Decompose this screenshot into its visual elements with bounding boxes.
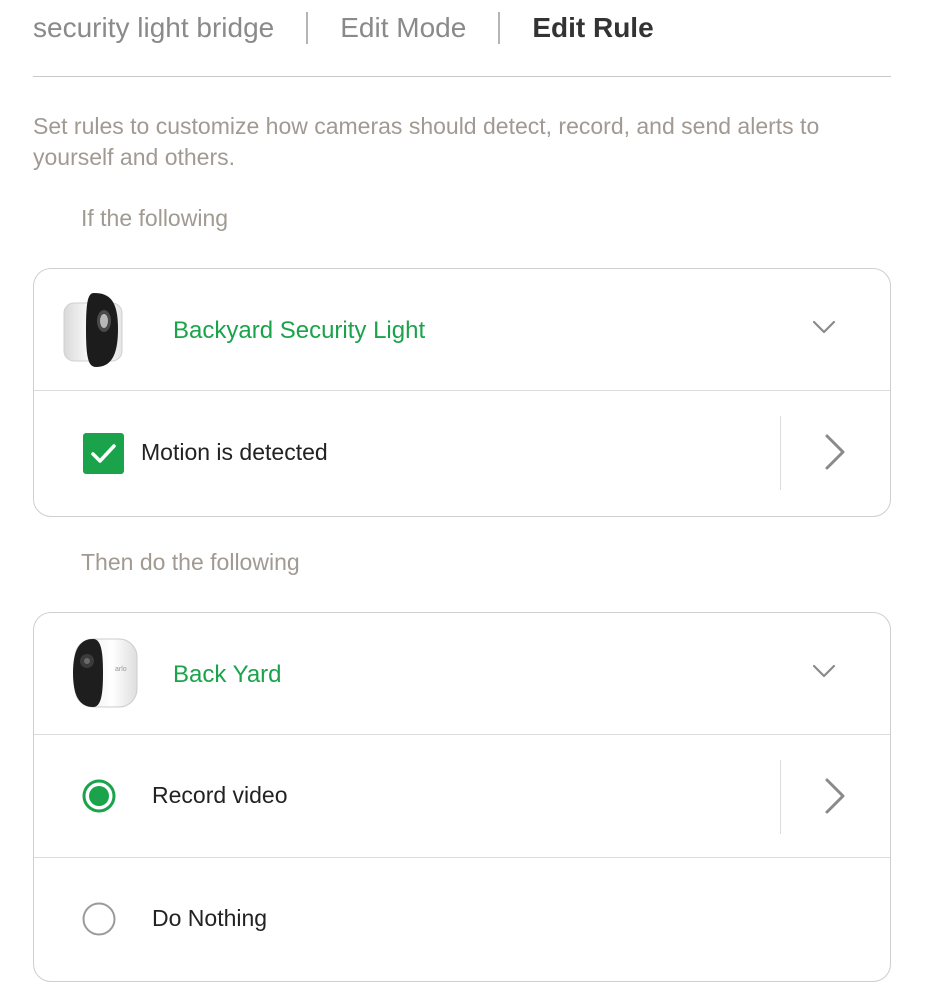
trigger-condition-row: Motion is detected	[34, 391, 890, 514]
camera-image: arlo	[73, 638, 138, 708]
breadcrumb-edit-mode[interactable]: Edit Mode	[340, 12, 466, 44]
chevron-right-icon[interactable]	[822, 433, 848, 471]
record-video-radio[interactable]	[82, 779, 116, 813]
do-nothing-radio[interactable]	[82, 902, 116, 936]
action-option-do-nothing[interactable]: Do Nothing	[34, 858, 890, 981]
vertical-separator	[780, 416, 781, 490]
action-card: arlo Back Yard Record video Do Nothing	[33, 612, 891, 982]
chevron-down-icon[interactable]	[812, 319, 836, 335]
trigger-section-label: If the following	[81, 205, 229, 231]
trigger-device-selector[interactable]: Backyard Security Light	[34, 269, 890, 391]
trigger-card: Backyard Security Light Motion is detect…	[33, 268, 891, 517]
record-video-label: Record video	[152, 782, 288, 808]
breadcrumb-separator	[306, 12, 309, 44]
motion-detected-checkbox[interactable]	[83, 433, 124, 474]
trigger-device-name: Backyard Security Light	[173, 317, 426, 344]
breadcrumb-security-light-bridge[interactable]: security light bridge	[33, 12, 274, 44]
condition-label: Motion is detected	[141, 439, 328, 465]
breadcrumb-edit-rule: Edit Rule	[532, 12, 654, 43]
action-section-label: Then do the following	[81, 549, 300, 575]
svg-text:arlo: arlo	[115, 666, 127, 673]
chevron-down-icon[interactable]	[812, 663, 836, 679]
breadcrumb: security light bridge Edit Mode Edit Rul…	[33, 0, 654, 56]
header-divider	[33, 76, 891, 77]
do-nothing-label: Do Nothing	[152, 905, 268, 931]
checkmark-icon	[91, 444, 116, 463]
action-device-name: Back Yard	[173, 661, 282, 688]
action-option-record-video[interactable]: Record video	[34, 735, 890, 858]
security-light-image	[63, 293, 123, 367]
action-device-selector[interactable]: arlo Back Yard	[34, 613, 890, 735]
breadcrumb-separator	[498, 12, 501, 44]
chevron-right-icon[interactable]	[822, 777, 848, 815]
page-description: Set rules to customize how cameras shoul…	[33, 113, 820, 170]
vertical-separator	[780, 760, 781, 834]
